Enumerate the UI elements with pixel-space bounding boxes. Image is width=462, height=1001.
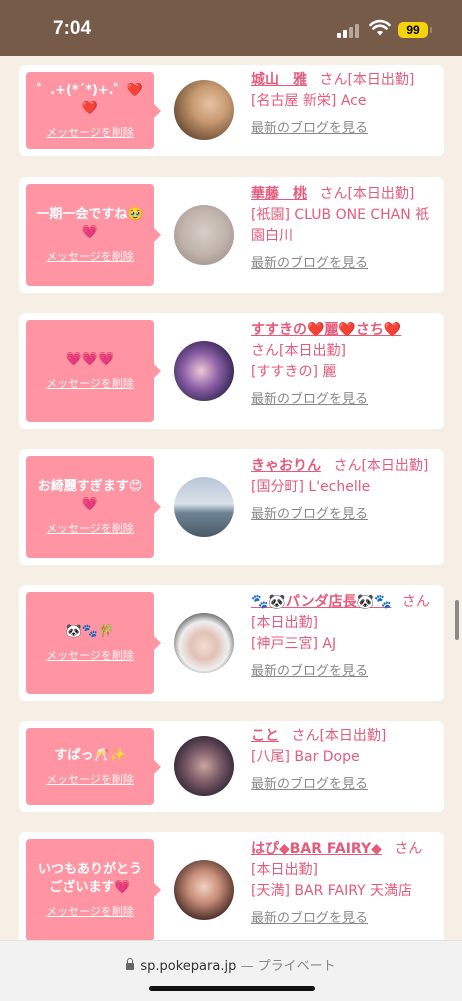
- cast-info: 城山 雅 さん[本日出勤] [名古屋 新栄] Ace 最新のブログを見る: [251, 70, 441, 139]
- address-text[interactable]: sp.pokepara.jp — プライベート: [0, 955, 462, 974]
- separator: —: [236, 959, 258, 974]
- latest-blog-link[interactable]: 最新のブログを見る: [251, 253, 441, 274]
- honorific: さん: [333, 458, 362, 474]
- cast-name-link[interactable]: 城山 雅: [251, 72, 307, 88]
- message-text: 💗💗💗: [65, 352, 115, 367]
- area-label: [天満]: [251, 883, 290, 899]
- avatar[interactable]: [174, 860, 234, 920]
- message-bubble: 🐼🐾🎋 メッセージを削除: [26, 592, 161, 694]
- message-bubble: 💗💗💗 メッセージを削除: [26, 320, 161, 422]
- list-item: すぱっ🥂✨ メッセージを削除 こと さん[本日出勤] [八尾] Bar Dope…: [19, 721, 444, 812]
- delete-message-link[interactable]: メッセージを削除: [46, 520, 134, 536]
- avatar[interactable]: [174, 80, 234, 140]
- cast-info: 🐾🐼パンダ店長🐼🐾 さん [本日出勤] [神戸三宮] AJ 最新のブログを見る: [251, 592, 441, 682]
- delete-message-link[interactable]: メッセージを削除: [46, 375, 134, 391]
- work-status: [本日出勤]: [251, 615, 318, 631]
- cast-info: すすきの❤️麗❤️さち❤️ さん[本日出勤] [すすきの] 麗 最新のブログを見…: [251, 320, 441, 410]
- message-text: 一期一会ですね🥹💗: [36, 207, 144, 240]
- avatar[interactable]: [174, 613, 234, 673]
- cast-name-link[interactable]: こと: [251, 728, 279, 744]
- cast-info: きゃおりん さん[本日出勤] [国分町] L'echelle 最新のブログを見る: [251, 456, 441, 525]
- area-label: [名古屋 新栄]: [251, 93, 337, 109]
- scroll-indicator[interactable]: [455, 600, 459, 640]
- latest-blog-link[interactable]: 最新のブログを見る: [251, 661, 441, 682]
- list-item: ゜.+(*´*)+.゜❤️❤️ メッセージを削除 城山 雅 さん[本日出勤] […: [19, 65, 444, 156]
- area-label: [国分町]: [251, 479, 304, 495]
- message-list[interactable]: ゜.+(*´*)+.゜❤️❤️ メッセージを削除 城山 雅 さん[本日出勤] […: [0, 56, 462, 940]
- cellular-signal-icon: [337, 22, 363, 38]
- area-label: [八尾]: [251, 749, 290, 765]
- shop-name: 麗: [322, 364, 337, 380]
- cast-name-link[interactable]: 華藤 桃: [251, 186, 307, 202]
- wifi-icon: [369, 19, 391, 36]
- work-status: [本日出勤]: [319, 728, 387, 744]
- shop-name: Ace: [340, 93, 367, 109]
- message-bubble: 一期一会ですね🥹💗 メッセージを削除: [26, 184, 161, 286]
- delete-message-link[interactable]: メッセージを削除: [46, 248, 134, 264]
- cast-name-link[interactable]: きゃおりん: [251, 458, 321, 474]
- delete-message-link[interactable]: メッセージを削除: [46, 903, 134, 919]
- shop-name: BAR FAIRY 天満店: [294, 883, 413, 899]
- latest-blog-link[interactable]: 最新のブログを見る: [251, 118, 441, 139]
- work-status: [本日出勤]: [361, 458, 429, 474]
- status-bar: 7:04 99: [0, 0, 462, 56]
- avatar[interactable]: [174, 736, 234, 796]
- honorific: さん: [401, 594, 430, 610]
- message-bubble: いつもありがとうございます💗 メッセージを削除: [26, 839, 161, 940]
- home-indicator[interactable]: [149, 986, 315, 991]
- latest-blog-link[interactable]: 最新のブログを見る: [251, 908, 441, 929]
- latest-blog-link[interactable]: 最新のブログを見る: [251, 504, 441, 525]
- area-label: [すすきの]: [251, 364, 318, 380]
- message-bubble: すぱっ🥂✨ メッセージを削除: [26, 728, 161, 805]
- avatar[interactable]: [174, 205, 234, 265]
- honorific: さん: [394, 841, 423, 857]
- delete-message-link[interactable]: メッセージを削除: [46, 771, 134, 787]
- message-text: ゜.+(*´*)+.゜❤️❤️: [37, 82, 143, 116]
- honorific: さん: [319, 72, 348, 88]
- work-status: [本日出勤]: [279, 343, 346, 359]
- lock-icon: [126, 958, 135, 970]
- list-item: いつもありがとうございます💗 メッセージを削除 はぴ◆BAR FAIRY◆ さん…: [19, 832, 444, 940]
- work-status: [本日出勤]: [347, 186, 415, 202]
- area-label: [祇園]: [251, 207, 290, 223]
- private-mode-label: プライベート: [257, 959, 336, 974]
- honorific: さん: [251, 343, 279, 359]
- cast-name-link[interactable]: はぴ◆BAR FAIRY◆: [251, 841, 382, 857]
- work-status: [本日出勤]: [251, 862, 318, 878]
- shop-name: Bar Dope: [294, 749, 360, 765]
- browser-address-bar[interactable]: sp.pokepara.jp — プライベート: [0, 940, 462, 1001]
- cast-info: 華藤 桃 さん[本日出勤] [祇園] CLUB ONE CHAN 祇園白川 最新…: [251, 184, 441, 274]
- latest-blog-link[interactable]: 最新のブログを見る: [251, 774, 441, 795]
- delete-message-link[interactable]: メッセージを削除: [46, 124, 134, 140]
- list-item: お綺麗すぎます😍💗 メッセージを削除 きゃおりん さん[本日出勤] [国分町] …: [19, 449, 444, 565]
- list-item: 🐼🐾🎋 メッセージを削除 🐾🐼パンダ店長🐼🐾 さん [本日出勤] [神戸三宮] A…: [19, 585, 444, 701]
- area-label: [神戸三宮]: [251, 636, 318, 652]
- cast-info: はぴ◆BAR FAIRY◆ さん [本日出勤] [天満] BAR FAIRY 天…: [251, 839, 441, 929]
- domain-text: sp.pokepara.jp: [140, 959, 237, 974]
- honorific: さん: [291, 728, 320, 744]
- battery-icon: 99: [398, 22, 432, 38]
- message-text: お綺麗すぎます😍💗: [37, 479, 143, 512]
- list-item: 一期一会ですね🥹💗 メッセージを削除 華藤 桃 さん[本日出勤] [祇園] CL…: [19, 177, 444, 293]
- message-text: 🐼🐾🎋: [65, 624, 115, 639]
- message-text: いつもありがとうございます💗: [37, 862, 142, 895]
- honorific: さん: [319, 186, 348, 202]
- status-time: 7:04: [53, 18, 92, 39]
- shop-name: L'echelle: [308, 479, 371, 495]
- avatar[interactable]: [174, 341, 234, 401]
- cast-name-link[interactable]: すすきの❤️麗❤️さち❤️: [251, 322, 401, 338]
- message-bubble: ゜.+(*´*)+.゜❤️❤️ メッセージを削除: [26, 72, 161, 149]
- delete-message-link[interactable]: メッセージを削除: [46, 647, 134, 663]
- message-bubble: お綺麗すぎます😍💗 メッセージを削除: [26, 456, 161, 558]
- cast-name-link[interactable]: 🐾🐼パンダ店長🐼🐾: [251, 594, 391, 610]
- avatar[interactable]: [174, 477, 234, 537]
- cast-info: こと さん[本日出勤] [八尾] Bar Dope 最新のブログを見る: [251, 726, 441, 795]
- work-status: [本日出勤]: [347, 72, 415, 88]
- message-text: すぱっ🥂✨: [54, 747, 126, 763]
- list-item: 💗💗💗 メッセージを削除 すすきの❤️麗❤️さち❤️ さん[本日出勤] [すすき…: [19, 313, 444, 429]
- latest-blog-link[interactable]: 最新のブログを見る: [251, 389, 441, 410]
- shop-name: AJ: [322, 636, 337, 652]
